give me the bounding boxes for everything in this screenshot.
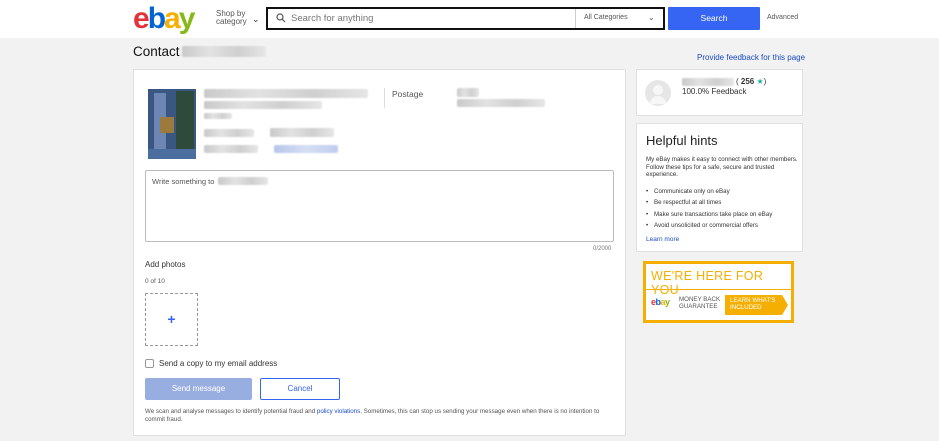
policy-violations-link[interactable]: policy violations	[317, 408, 360, 415]
postage-label: Postage	[392, 89, 424, 99]
site-header: ebay Shop by category ⌄ Search for anyth…	[0, 0, 939, 38]
divider	[384, 88, 385, 108]
logo-letter-y: y	[178, 2, 196, 35]
avatar-head	[653, 85, 663, 95]
search-box[interactable]: Search for anything All Categories ⌄	[266, 7, 665, 30]
chevron-down-icon[interactable]: ⌄	[648, 13, 655, 22]
add-photos-label: Add photos	[145, 260, 186, 269]
helpful-hints-card: Helpful hints My eBay makes it easy to c…	[636, 123, 803, 252]
plus-icon: +	[167, 311, 176, 327]
item-thumbnail[interactable]	[148, 89, 196, 159]
learn-more-link[interactable]: Learn more	[646, 236, 679, 243]
advanced-search-link[interactable]: Advanced	[767, 14, 798, 21]
shop-by-category-button[interactable]: Shop by category	[216, 10, 252, 26]
character-count: 0/2000	[593, 246, 612, 252]
redacted-item-price	[204, 129, 254, 137]
fraud-disclaimer: We scan and analyse messages to identify…	[145, 408, 617, 424]
redacted-item-title	[204, 101, 322, 109]
avatar[interactable]	[645, 80, 671, 106]
avatar-body	[650, 96, 666, 104]
score-value: 256	[740, 77, 755, 86]
send-copy-checkbox[interactable]	[145, 359, 154, 368]
send-message-button[interactable]: Send message	[145, 378, 252, 400]
feedback-percentage: 100.0% Feedback	[682, 87, 747, 96]
photo-count: 0 of 10	[145, 278, 165, 285]
add-photo-button[interactable]: +	[145, 293, 198, 346]
ebay-logo-small: ebay	[651, 297, 670, 307]
search-button[interactable]: Search	[668, 7, 760, 30]
promo-title: WE'RE HERE FOR YOU	[651, 269, 764, 297]
score-close: )	[763, 77, 767, 86]
money-back-guarantee-banner[interactable]: WE'RE HERE FOR YOU ebay MONEY BACK GUARA…	[643, 261, 794, 323]
redacted-item-meta	[204, 145, 258, 153]
hints-title: Helpful hints	[646, 133, 718, 148]
redacted-postage-value	[457, 88, 479, 97]
send-copy-label[interactable]: Send a copy to my email address	[159, 359, 277, 368]
redacted-username	[182, 46, 266, 57]
learn-whats-included-button[interactable]: LEARN WHAT'S INCLUDED	[725, 295, 788, 315]
divider	[575, 9, 576, 28]
list-item: Communicate only on eBay	[646, 186, 801, 198]
redacted-postage-value	[457, 99, 545, 107]
feedback-score[interactable]: ( 256 ★)	[736, 77, 766, 86]
contact-form-panel: Postage Write something to 0/2000 Add ph…	[133, 69, 626, 436]
category-select[interactable]: All Categories	[584, 14, 628, 21]
ebay-logo[interactable]: ebay	[133, 2, 196, 35]
logo-letter-a: a	[164, 2, 181, 35]
list-item: Be respectful at all times	[646, 197, 801, 209]
hints-description: My eBay makes it easy to connect with ot…	[646, 156, 798, 178]
redacted-item-link[interactable]	[274, 145, 338, 153]
logo-letter-b: b	[147, 2, 166, 35]
message-placeholder: Write something to	[152, 177, 215, 186]
logo-letter-y: y	[665, 297, 670, 307]
page-title: Contact	[133, 44, 180, 59]
redacted-item-subtitle	[204, 113, 232, 119]
hints-list: Communicate only on eBay Be respectful a…	[646, 186, 801, 231]
seller-card: ( 256 ★) 100.0% Feedback	[636, 69, 803, 116]
list-item: Make sure transactions take place on eBa…	[646, 209, 801, 221]
search-icon	[276, 13, 286, 23]
redacted-item-title	[204, 89, 368, 98]
divider	[646, 289, 791, 290]
cancel-button[interactable]: Cancel	[260, 378, 340, 400]
money-back-guarantee-text: MONEY BACK GUARANTEE	[679, 296, 721, 310]
search-input[interactable]: Search for anything	[291, 13, 373, 24]
redacted-item-price	[270, 128, 334, 137]
redacted-recipient	[218, 177, 268, 185]
list-item: Avoid unsolicited or commercial offers	[646, 220, 801, 232]
redacted-seller-name[interactable]	[682, 78, 734, 86]
star-icon: ★	[756, 77, 764, 86]
provide-feedback-link[interactable]: Provide feedback for this page	[697, 53, 805, 62]
disclaimer-text: We scan and analyse messages to identify…	[145, 408, 317, 415]
message-textarea[interactable]: Write something to	[145, 170, 614, 242]
logo-letter-e: e	[133, 2, 150, 35]
chevron-down-icon[interactable]: ⌄	[252, 14, 260, 25]
